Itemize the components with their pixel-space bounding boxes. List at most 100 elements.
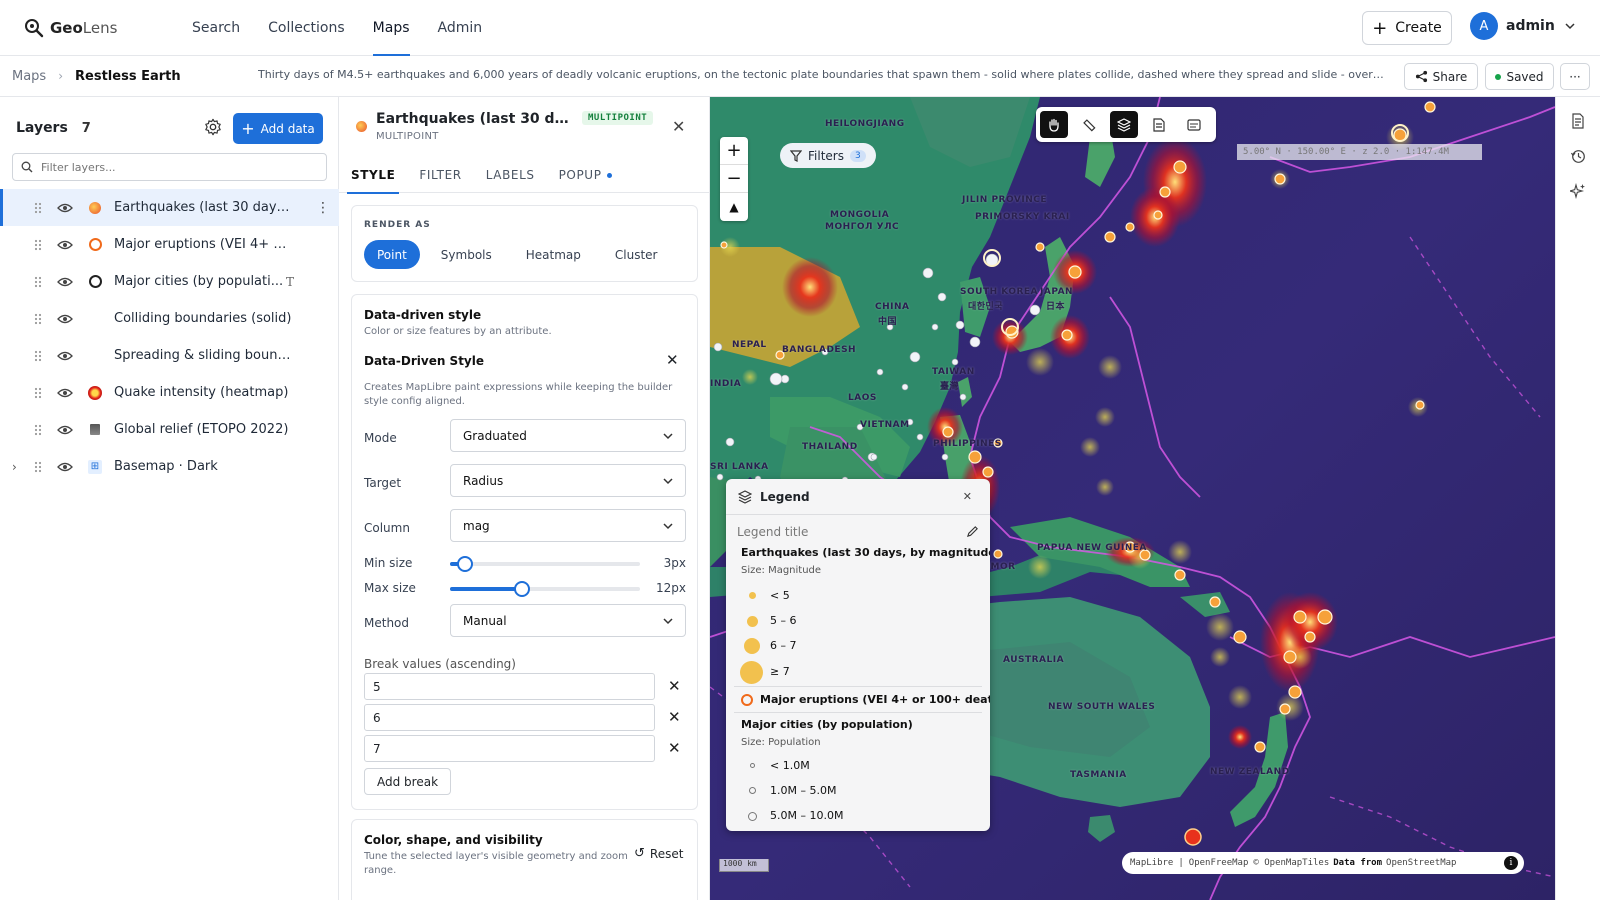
attribution-openmaptiles[interactable]: © OpenMapTiles (1253, 858, 1329, 868)
add-data-button[interactable]: + Add data (233, 113, 323, 144)
layer-row-earthquakes[interactable]: Earthquakes (last 30 days, ... ⋮ (0, 189, 339, 226)
target-select[interactable]: Radius (450, 464, 686, 497)
share-button[interactable]: Share (1404, 63, 1478, 90)
tab-labels[interactable]: LABELS (474, 157, 547, 193)
column-select[interactable]: mag (450, 509, 686, 542)
drag-handle-icon[interactable] (33, 386, 43, 400)
user-menu[interactable]: A admin (1470, 12, 1575, 40)
attribution-openfreemap[interactable]: OpenFreeMap (1189, 858, 1249, 868)
drag-handle-icon[interactable] (33, 460, 43, 474)
layer-row-eruptions[interactable]: Major eruptions (VEI 4+ or ... (0, 226, 339, 263)
close-icon[interactable]: ✕ (963, 490, 972, 503)
drag-handle-icon[interactable] (33, 423, 43, 437)
close-icon[interactable]: ✕ (672, 117, 685, 136)
drag-handle-icon[interactable] (33, 275, 43, 289)
nav-collections[interactable]: Collections (254, 0, 359, 56)
eye-icon[interactable] (57, 238, 73, 252)
max-size-knob[interactable] (514, 581, 530, 597)
nav-search[interactable]: Search (178, 0, 254, 56)
chevron-down-icon (663, 478, 673, 485)
tab-popup[interactable]: POPUP (547, 157, 624, 193)
break-input-3[interactable]: 7 (364, 735, 655, 762)
layer-row-basemap[interactable]: › ⊞ Basemap · Dark (0, 448, 339, 485)
nav-maps[interactable]: Maps (359, 0, 424, 56)
tab-filter[interactable]: FILTER (407, 157, 473, 193)
add-break-button[interactable]: Add break (364, 768, 452, 795)
render-as-card: RENDER AS Point Symbols Heatmap Cluster (351, 205, 698, 282)
eye-icon[interactable] (57, 460, 73, 474)
layer-row-spreading[interactable]: Spreading & sliding bounda... (0, 337, 339, 374)
render-point-button[interactable]: Point (364, 240, 420, 269)
breadcrumb-maps[interactable]: Maps (12, 69, 46, 84)
map-label-japan: JAPAN (1040, 287, 1074, 297)
create-button[interactable]: + Create (1362, 11, 1452, 45)
drag-handle-icon[interactable] (33, 238, 43, 252)
legend-tool-button[interactable] (1180, 111, 1208, 138)
drag-handle-icon[interactable] (33, 349, 43, 363)
eye-icon[interactable] (57, 386, 73, 400)
info-icon[interactable]: i (1504, 856, 1518, 870)
zoom-out-button[interactable]: − (720, 165, 748, 193)
break-input-1[interactable]: 5 (364, 673, 655, 700)
layer-row-heatmap[interactable]: Quake intensity (heatmap) (0, 374, 339, 411)
mode-select[interactable]: Graduated (450, 419, 686, 452)
sparkles-icon[interactable] (1570, 183, 1586, 199)
drag-handle-icon[interactable] (33, 312, 43, 326)
layers-tool-button[interactable] (1110, 111, 1138, 138)
render-cluster-button[interactable]: Cluster (602, 240, 671, 269)
remove-break-icon[interactable]: ✕ (668, 739, 681, 757)
zoom-in-button[interactable]: + (720, 137, 748, 165)
render-symbols-button[interactable]: Symbols (428, 240, 505, 269)
drag-handle-icon[interactable] (33, 201, 43, 215)
max-size-slider[interactable] (450, 581, 640, 597)
break-input-2[interactable]: 6 (364, 704, 655, 731)
layer-name: Major eruptions (VEI 4+ or ... (114, 237, 294, 252)
remove-break-icon[interactable]: ✕ (668, 708, 681, 726)
chevron-right-icon[interactable]: › (12, 460, 17, 474)
attribution-maplibre[interactable]: MapLibre (1130, 858, 1173, 868)
map-description[interactable]: Thirty days of M4.5+ earthquakes and 6,0… (258, 68, 1386, 81)
map-filters-chip[interactable]: Filters 3 (780, 143, 876, 168)
min-size-knob[interactable] (457, 556, 473, 572)
document-tool-button[interactable] (1145, 111, 1173, 138)
attribution-osm[interactable]: OpenStreetMap (1386, 858, 1456, 868)
map-label-india: INDIA (710, 379, 742, 389)
remove-break-icon[interactable]: ✕ (668, 677, 681, 695)
breadcrumb-separator: › (58, 69, 64, 83)
eye-icon[interactable] (57, 201, 73, 215)
filter-layers-input[interactable] (41, 160, 311, 174)
layer-row-cities[interactable]: Major cities (by populati... T (0, 263, 339, 300)
kebab-menu-icon[interactable]: ⋮ (316, 200, 330, 216)
gear-icon[interactable] (204, 118, 222, 136)
reset-button[interactable]: ↺ Reset (634, 846, 683, 861)
saved-status-button[interactable]: Saved (1485, 63, 1554, 90)
close-icon[interactable]: ✕ (666, 351, 679, 369)
document-icon[interactable] (1570, 113, 1586, 129)
history-icon[interactable] (1570, 148, 1586, 164)
layer-row-colliding[interactable]: Colliding boundaries (solid) (0, 300, 339, 337)
filter-layers-field[interactable] (12, 153, 327, 181)
layer-row-relief[interactable]: Global relief (ETOPO 2022) (0, 411, 339, 448)
eye-icon[interactable] (57, 423, 73, 437)
measure-tool-button[interactable] (1075, 111, 1103, 138)
map-label-philippines: PHILIPPINES (933, 439, 1002, 449)
map-title[interactable]: Restless Earth (75, 69, 181, 84)
app-logo[interactable]: GeoLens (24, 18, 154, 38)
legend-title-input[interactable]: Legend title (737, 525, 808, 539)
compass-reset-button[interactable]: ▲ (720, 193, 748, 221)
max-size-value: 12px (656, 581, 686, 595)
eye-icon[interactable] (57, 349, 73, 363)
pencil-icon[interactable] (966, 525, 979, 538)
more-options-button[interactable]: ··· (1560, 63, 1590, 90)
quake-class-symbol (747, 616, 758, 627)
tab-style[interactable]: STYLE (339, 157, 407, 194)
nav-admin[interactable]: Admin (424, 0, 497, 56)
min-size-slider[interactable] (450, 556, 640, 572)
map-label-taiwan: TAIWAN (932, 367, 975, 377)
render-heatmap-button[interactable]: Heatmap (513, 240, 594, 269)
map-canvas[interactable]: HEILONGJIANG JILIN PROVINCE PRIMORSKY KR… (710, 97, 1555, 900)
eye-icon[interactable] (57, 275, 73, 289)
method-select[interactable]: Manual (450, 604, 686, 637)
eye-icon[interactable] (57, 312, 73, 326)
pan-hand-tool-button[interactable] (1040, 111, 1068, 138)
